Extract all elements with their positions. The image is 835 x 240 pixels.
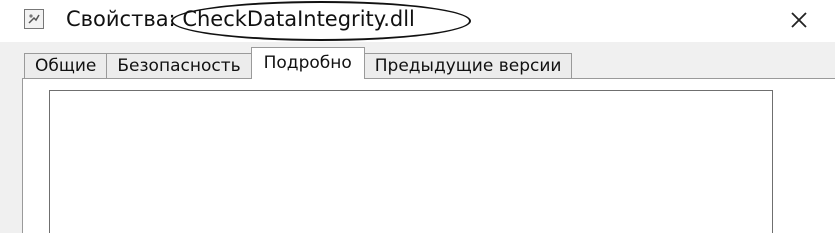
tab-general[interactable]: Общие (24, 53, 108, 79)
close-button[interactable] (776, 4, 822, 36)
properties-dialog: Свойства: CheckDataIntegrity.dll Общие Б… (0, 0, 835, 233)
file-name: CheckDataIntegrity.dll (182, 7, 415, 31)
details-tab-panel (22, 78, 835, 233)
dll-file-icon (24, 9, 44, 29)
title-bar[interactable]: Свойства: CheckDataIntegrity.dll (0, 0, 835, 42)
close-icon (791, 12, 807, 28)
tab-strip: Общие Безопасность Подробно Предыдущие в… (24, 47, 573, 79)
tab-previous-versions[interactable]: Предыдущие версии (363, 53, 573, 79)
title-prefix: Свойства: (66, 7, 176, 31)
details-property-list[interactable] (49, 90, 773, 233)
tab-details[interactable]: Подробно (250, 47, 365, 79)
dialog-body: Общие Безопасность Подробно Предыдущие в… (0, 42, 835, 233)
tab-security[interactable]: Безопасность (106, 53, 252, 79)
window-title: Свойства: CheckDataIntegrity.dll (66, 6, 415, 32)
